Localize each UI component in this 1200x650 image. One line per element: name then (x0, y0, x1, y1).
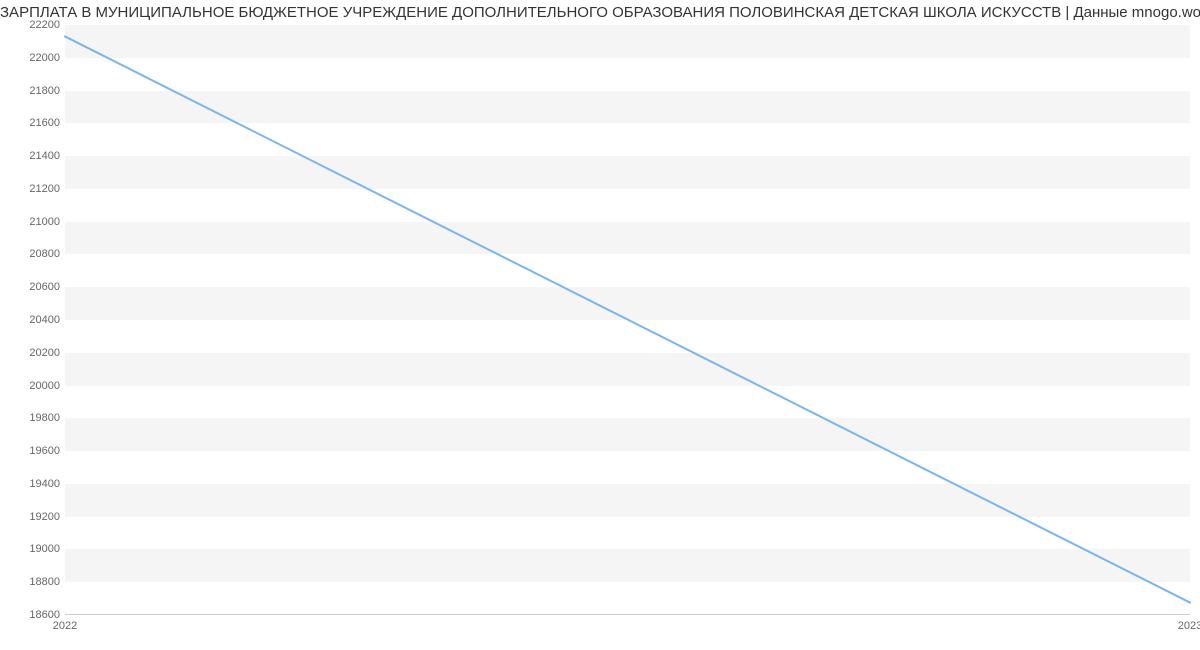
y-axis-tick: 18800 (10, 576, 60, 588)
y-axis-tick: 21400 (10, 150, 60, 162)
y-axis-tick: 21000 (10, 216, 60, 228)
y-axis-tick: 20400 (10, 314, 60, 326)
y-axis-tick: 21200 (10, 183, 60, 195)
y-axis-tick: 20200 (10, 347, 60, 359)
x-axis-tick: 2023 (1178, 620, 1200, 632)
y-axis-tick: 21600 (10, 117, 60, 129)
line-series (65, 36, 1190, 602)
y-axis-tick: 19600 (10, 445, 60, 457)
y-axis-tick: 19200 (10, 511, 60, 523)
y-axis-tick: 19800 (10, 412, 60, 424)
y-axis-tick: 22200 (10, 19, 60, 31)
y-axis-tick: 21800 (10, 85, 60, 97)
y-axis-tick: 20000 (10, 380, 60, 392)
y-axis-tick: 22000 (10, 52, 60, 64)
y-axis-tick: 19000 (10, 543, 60, 555)
y-axis-tick: 19400 (10, 478, 60, 490)
line-chart-svg (65, 25, 1190, 614)
plot-area (65, 25, 1190, 615)
chart-title: ЗАРПЛАТА В МУНИЦИПАЛЬНОЕ БЮДЖЕТНОЕ УЧРЕЖ… (0, 4, 1200, 21)
y-axis-tick: 20800 (10, 248, 60, 260)
chart-container: ЗАРПЛАТА В МУНИЦИПАЛЬНОЕ БЮДЖЕТНОЕ УЧРЕЖ… (0, 0, 1200, 650)
x-axis-tick: 2022 (53, 620, 77, 632)
y-axis-tick: 20600 (10, 281, 60, 293)
